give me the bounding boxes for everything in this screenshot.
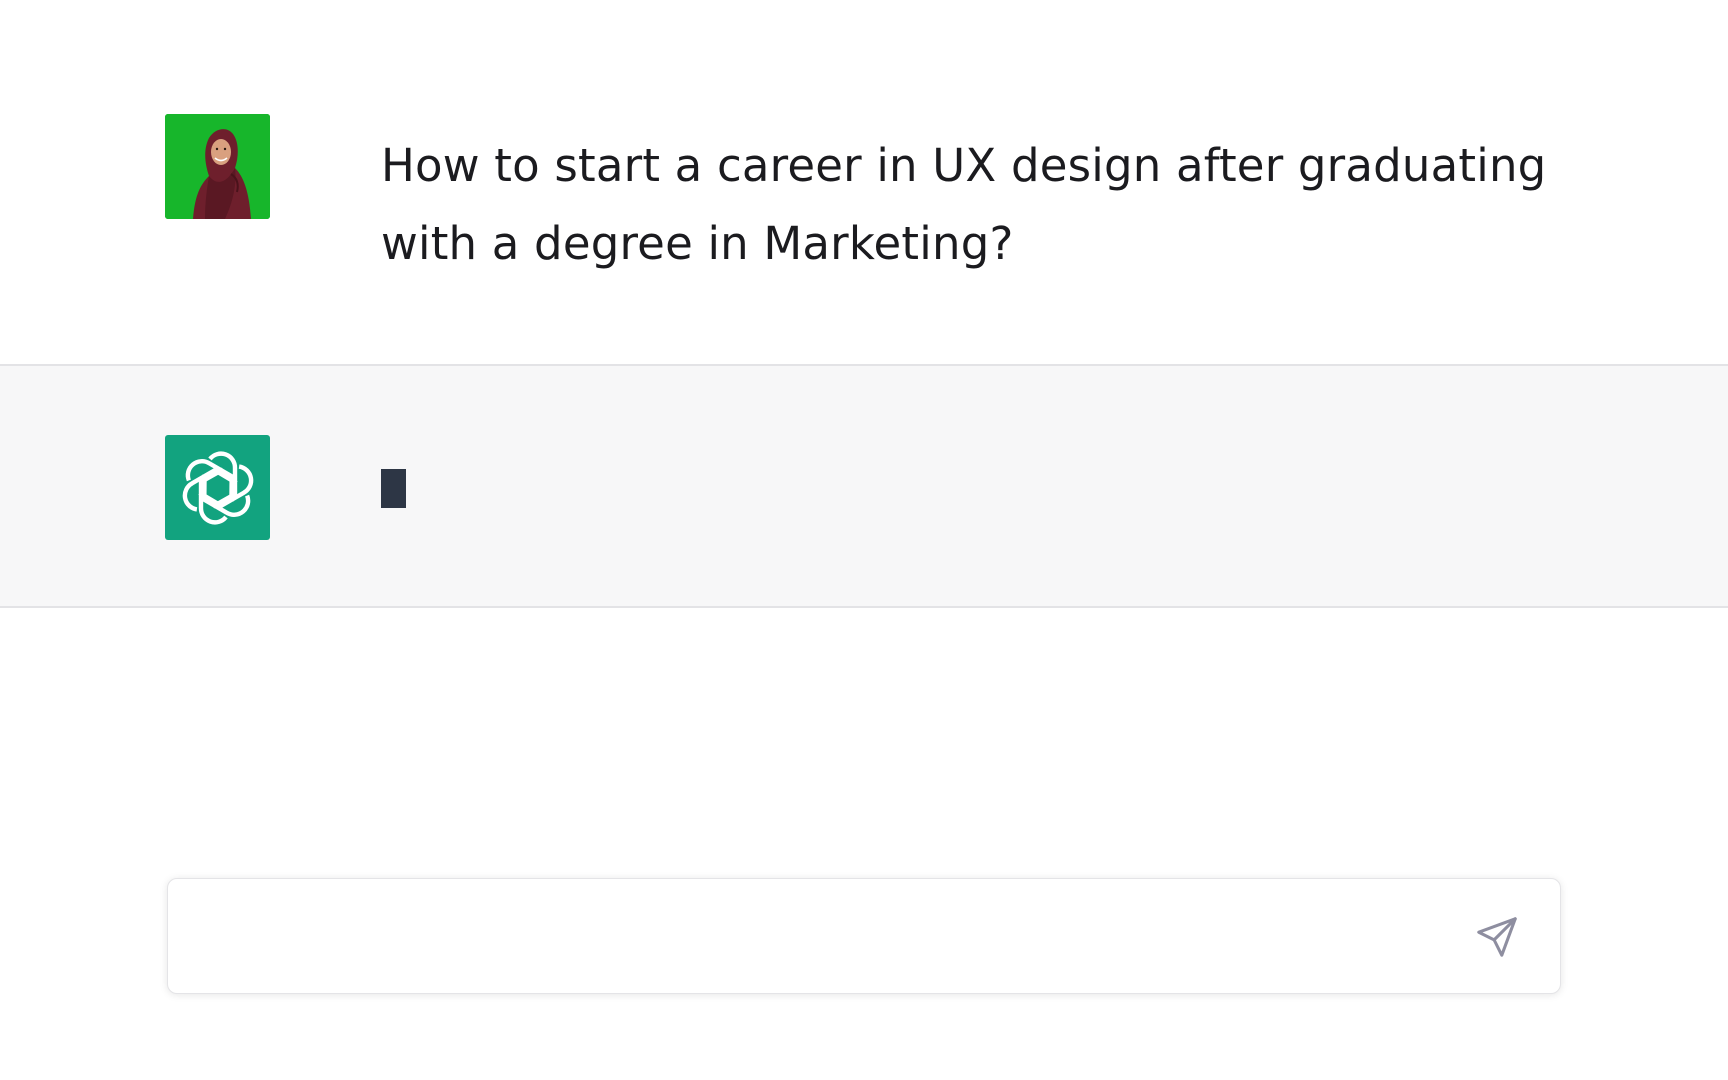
- message-input[interactable]: [198, 913, 1402, 961]
- assistant-message-row: [0, 366, 1728, 608]
- paper-plane-icon: [1477, 917, 1517, 957]
- user-message-text: How to start a career in UX design after…: [381, 139, 1547, 270]
- message-composer[interactable]: [167, 878, 1561, 994]
- chat-page: How to start a career in UX design after…: [0, 0, 1728, 1080]
- user-message-row: How to start a career in UX design after…: [0, 0, 1728, 366]
- assistant-avatar: [165, 435, 270, 540]
- send-button[interactable]: [1469, 909, 1525, 965]
- user-avatar-photo: [165, 114, 270, 219]
- typing-cursor: [381, 469, 406, 508]
- openai-logo-icon: [182, 450, 253, 525]
- user-avatar: [165, 114, 270, 219]
